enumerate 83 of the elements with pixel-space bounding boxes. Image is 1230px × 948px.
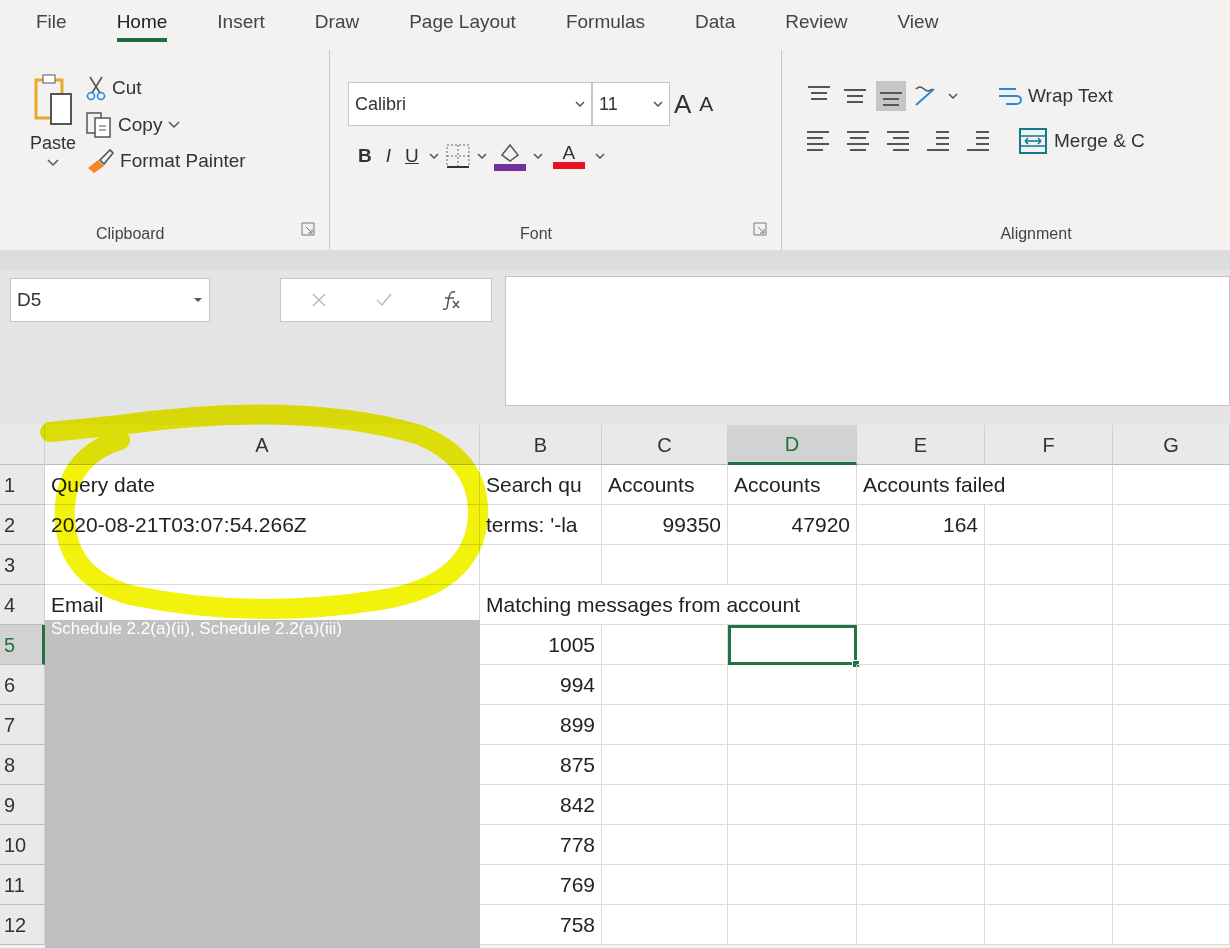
ribbon-tab[interactable]: Formulas <box>565 7 646 43</box>
italic-button[interactable]: I <box>381 140 395 173</box>
column-header[interactable]: D <box>728 425 857 465</box>
row-header[interactable]: 2 <box>0 505 45 545</box>
group-label: Clipboard <box>96 224 165 244</box>
group-label: Font <box>520 224 552 244</box>
caret-icon <box>47 159 59 167</box>
paste-button[interactable]: Paste <box>30 72 77 178</box>
ribbon-tab[interactable]: Review <box>785 7 848 43</box>
column-header[interactable]: G <box>1113 425 1230 465</box>
font-size-field[interactable]: 11 <box>592 82 670 126</box>
align-icon <box>808 86 830 101</box>
row-header[interactable]: 9 <box>0 785 45 825</box>
ribbon-tab[interactable]: Insert <box>217 7 265 43</box>
wrap-text-button[interactable]: Wrap Text <box>992 80 1117 113</box>
column-header[interactable]: B <box>480 425 602 465</box>
row-header[interactable]: 8 <box>0 745 45 785</box>
borders-icon[interactable] <box>444 143 471 170</box>
fill-color-icon[interactable] <box>492 141 527 172</box>
column-header[interactable]: F <box>985 425 1113 465</box>
caret-icon[interactable] <box>532 153 543 160</box>
font-color-button[interactable]: A <box>548 141 589 172</box>
check-icon[interactable] <box>375 292 393 308</box>
ribbon-tab[interactable]: Data <box>695 7 736 43</box>
caret-icon[interactable] <box>428 153 439 160</box>
redaction-block: Schedule 2.2(a)(ii), Schedule 2.2(a)(iii) <box>45 620 480 948</box>
caret-icon <box>193 297 203 303</box>
caret-icon <box>653 101 663 107</box>
ribbon-tab[interactable]: Page Layout <box>409 7 516 43</box>
ribbon-tab[interactable]: View <box>897 7 939 43</box>
row-header[interactable]: 4 <box>0 585 45 625</box>
caret-icon[interactable] <box>948 93 958 100</box>
bottom-align-button[interactable] <box>876 81 906 112</box>
row-header[interactable]: 12 <box>0 905 45 945</box>
grow-font-button[interactable]: A <box>670 82 696 126</box>
shrink-font-button[interactable]: A <box>695 86 718 122</box>
format-painter-button[interactable]: Format Painter <box>82 145 250 178</box>
ribbon-tab[interactable]: File <box>36 7 67 43</box>
align-icon <box>880 92 902 107</box>
row-header[interactable]: 11 <box>0 865 45 905</box>
underline-button[interactable]: U <box>401 140 423 173</box>
align-icon <box>844 89 866 104</box>
table-cell: 164 <box>857 505 985 545</box>
caret-icon[interactable] <box>476 153 487 160</box>
fill-handle[interactable] <box>852 660 860 668</box>
table-cell: Accounts <box>728 465 857 505</box>
row-header[interactable]: 6 <box>0 665 45 705</box>
group-label: Alignment <box>1000 225 1072 242</box>
function-icon[interactable] <box>441 290 461 310</box>
scissors-icon <box>86 75 107 102</box>
active-cell[interactable] <box>728 625 857 665</box>
dialog-launcher-icon[interactable] <box>753 222 767 236</box>
copy-button[interactable]: Copy <box>82 108 250 141</box>
caret-icon <box>168 120 181 129</box>
row-header[interactable]: 1 <box>0 465 45 505</box>
table-cell: Search qu <box>480 465 602 505</box>
bold-button[interactable]: B <box>354 140 376 173</box>
color-bar <box>552 162 585 170</box>
table-cell: 47920 <box>728 505 857 545</box>
dialog-launcher-icon[interactable] <box>301 222 315 236</box>
row-header[interactable]: 10 <box>0 825 45 865</box>
ribbon-tab[interactable]: Draw <box>314 7 360 43</box>
row-header[interactable]: 5 <box>0 625 45 665</box>
table-cell: Accounts <box>602 465 728 505</box>
caret-icon[interactable] <box>594 153 605 160</box>
table-cell: Accounts failed <box>857 465 1113 505</box>
caret-icon <box>575 101 585 107</box>
formula-field[interactable] <box>505 276 1230 406</box>
paintbrush-icon <box>86 148 115 175</box>
merge-cells-icon <box>1018 126 1048 155</box>
cut-button[interactable]: Cut <box>82 72 250 105</box>
merge-center-button[interactable]: Merge & C <box>1014 124 1149 157</box>
row-header[interactable]: 7 <box>0 705 45 745</box>
clipboard-icon <box>33 72 73 128</box>
font-name-field[interactable]: Calibri <box>348 82 592 126</box>
copy-icon <box>86 111 113 138</box>
ribbon-tab[interactable]: Home <box>116 7 168 43</box>
column-header[interactable]: E <box>857 425 985 465</box>
row-header[interactable]: 3 <box>0 545 45 585</box>
name-box[interactable]: D5 <box>10 278 210 322</box>
column-header[interactable]: C <box>602 425 728 465</box>
table-cell: 99350 <box>602 505 728 545</box>
table-cell: Matching messages from account <box>480 585 857 625</box>
